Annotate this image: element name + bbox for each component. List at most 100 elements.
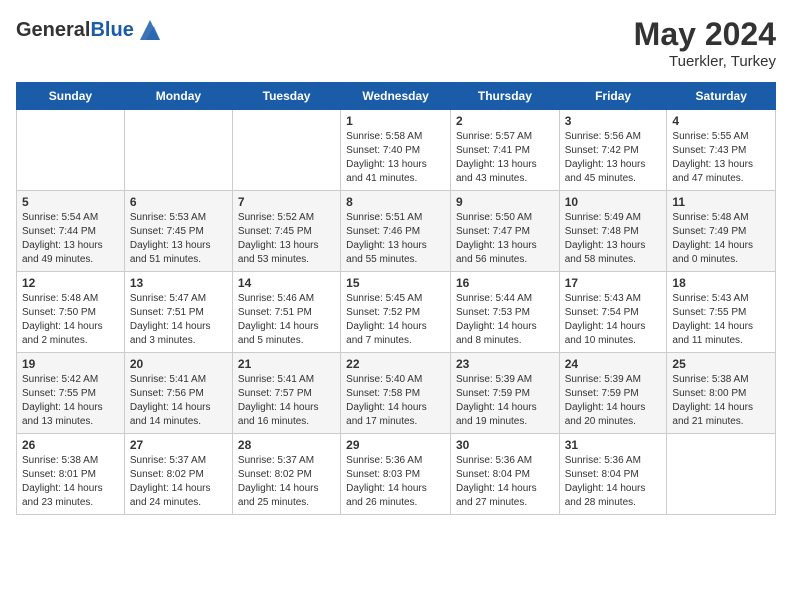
calendar-cell: 1 Sunrise: 5:58 AM Sunset: 7:40 PM Daylig…	[341, 110, 451, 191]
day-number: 19	[22, 357, 119, 371]
day-number: 3	[565, 114, 662, 128]
calendar-week-1: 1 Sunrise: 5:58 AM Sunset: 7:40 PM Daylig…	[17, 110, 776, 191]
day-info: Sunrise: 5:44 AM Sunset: 7:53 PM Dayligh…	[456, 292, 554, 348]
day-info: Sunrise: 5:49 AM Sunset: 7:48 PM Dayligh…	[565, 211, 662, 267]
day-info: Sunrise: 5:43 AM Sunset: 7:54 PM Dayligh…	[565, 292, 662, 348]
day-info: Sunrise: 5:48 AM Sunset: 7:49 PM Dayligh…	[672, 211, 770, 267]
calendar-cell: 27 Sunrise: 5:37 AM Sunset: 8:02 PM Dayli…	[124, 434, 232, 515]
day-number: 24	[565, 357, 662, 371]
header-thursday: Thursday	[450, 83, 559, 110]
calendar-cell: 6 Sunrise: 5:53 AM Sunset: 7:45 PM Daylig…	[124, 191, 232, 272]
calendar-cell: 29 Sunrise: 5:36 AM Sunset: 8:03 PM Dayli…	[341, 434, 451, 515]
day-info: Sunrise: 5:48 AM Sunset: 7:50 PM Dayligh…	[22, 292, 119, 348]
logo-blue-text: Blue	[90, 19, 133, 41]
calendar-cell: 10 Sunrise: 5:49 AM Sunset: 7:48 PM Dayli…	[559, 191, 667, 272]
day-number: 13	[130, 276, 227, 290]
calendar-cell: 20 Sunrise: 5:41 AM Sunset: 7:56 PM Dayli…	[124, 353, 232, 434]
day-info: Sunrise: 5:46 AM Sunset: 7:51 PM Dayligh…	[238, 292, 335, 348]
day-number: 17	[565, 276, 662, 290]
day-number: 4	[672, 114, 770, 128]
month-year: May 2024	[634, 16, 776, 53]
calendar-cell: 25 Sunrise: 5:38 AM Sunset: 8:00 PM Dayli…	[667, 353, 776, 434]
day-info: Sunrise: 5:41 AM Sunset: 7:57 PM Dayligh…	[238, 373, 335, 429]
day-info: Sunrise: 5:47 AM Sunset: 7:51 PM Dayligh…	[130, 292, 227, 348]
day-number: 10	[565, 195, 662, 209]
calendar-cell: 15 Sunrise: 5:45 AM Sunset: 7:52 PM Dayli…	[341, 272, 451, 353]
day-info: Sunrise: 5:39 AM Sunset: 7:59 PM Dayligh…	[456, 373, 554, 429]
day-number: 16	[456, 276, 554, 290]
day-info: Sunrise: 5:37 AM Sunset: 8:02 PM Dayligh…	[238, 454, 335, 510]
calendar-cell: 24Sunrise: 5:39 AM Sunset: 7:59 PM Dayli…	[559, 353, 667, 434]
day-info: Sunrise: 5:51 AM Sunset: 7:46 PM Dayligh…	[346, 211, 445, 267]
calendar-cell: 19 Sunrise: 5:42 AM Sunset: 7:55 PM Dayli…	[17, 353, 125, 434]
calendar-cell: 14 Sunrise: 5:46 AM Sunset: 7:51 PM Dayli…	[232, 272, 340, 353]
day-info: Sunrise: 5:36 AM Sunset: 8:04 PM Dayligh…	[565, 454, 662, 510]
day-number: 27	[130, 438, 227, 452]
day-info: Sunrise: 5:55 AM Sunset: 7:43 PM Dayligh…	[672, 130, 770, 186]
day-number: 20	[130, 357, 227, 371]
header-saturday: Saturday	[667, 83, 776, 110]
day-number: 30	[456, 438, 554, 452]
logo-icon	[136, 16, 164, 44]
calendar-week-4: 19 Sunrise: 5:42 AM Sunset: 7:55 PM Dayli…	[17, 353, 776, 434]
calendar-week-2: 5Sunrise: 5:54 AM Sunset: 7:44 PM Daylig…	[17, 191, 776, 272]
day-info: Sunrise: 5:43 AM Sunset: 7:55 PM Dayligh…	[672, 292, 770, 348]
calendar-cell: 13 Sunrise: 5:47 AM Sunset: 7:51 PM Dayli…	[124, 272, 232, 353]
day-info: Sunrise: 5:58 AM Sunset: 7:40 PM Dayligh…	[346, 130, 445, 186]
location: Tuerkler, Turkey	[634, 53, 776, 70]
day-number: 5	[22, 195, 119, 209]
calendar-cell: 22Sunrise: 5:40 AM Sunset: 7:58 PM Dayli…	[341, 353, 451, 434]
calendar-cell: 23 Sunrise: 5:39 AM Sunset: 7:59 PM Dayli…	[450, 353, 559, 434]
calendar-cell: 8 Sunrise: 5:51 AM Sunset: 7:46 PM Daylig…	[341, 191, 451, 272]
header-wednesday: Wednesday	[341, 83, 451, 110]
calendar-cell: 30 Sunrise: 5:36 AM Sunset: 8:04 PM Dayli…	[450, 434, 559, 515]
day-info: Sunrise: 5:41 AM Sunset: 7:56 PM Dayligh…	[130, 373, 227, 429]
day-number: 23	[456, 357, 554, 371]
calendar-cell: 21 Sunrise: 5:41 AM Sunset: 7:57 PM Dayli…	[232, 353, 340, 434]
day-info: Sunrise: 5:38 AM Sunset: 8:00 PM Dayligh…	[672, 373, 770, 429]
header-monday: Monday	[124, 83, 232, 110]
day-number: 25	[672, 357, 770, 371]
calendar-table: SundayMondayTuesdayWednesdayThursdayFrid…	[16, 82, 776, 515]
day-number: 8	[346, 195, 445, 209]
header-tuesday: Tuesday	[232, 83, 340, 110]
header-sunday: Sunday	[17, 83, 125, 110]
calendar-cell: 17 Sunrise: 5:43 AM Sunset: 7:54 PM Dayli…	[559, 272, 667, 353]
day-number: 6	[130, 195, 227, 209]
day-info: Sunrise: 5:45 AM Sunset: 7:52 PM Dayligh…	[346, 292, 445, 348]
day-number: 12	[22, 276, 119, 290]
calendar-cell: 7Sunrise: 5:52 AM Sunset: 7:45 PM Daylig…	[232, 191, 340, 272]
day-info: Sunrise: 5:53 AM Sunset: 7:45 PM Dayligh…	[130, 211, 227, 267]
logo: GeneralBlue	[16, 16, 164, 44]
day-info: Sunrise: 5:42 AM Sunset: 7:55 PM Dayligh…	[22, 373, 119, 429]
day-info: Sunrise: 5:38 AM Sunset: 8:01 PM Dayligh…	[22, 454, 119, 510]
calendar-cell: 3 Sunrise: 5:56 AM Sunset: 7:42 PM Daylig…	[559, 110, 667, 191]
calendar-week-5: 26 Sunrise: 5:38 AM Sunset: 8:01 PM Dayli…	[17, 434, 776, 515]
calendar-cell: 2Sunrise: 5:57 AM Sunset: 7:41 PM Daylig…	[450, 110, 559, 191]
day-number: 11	[672, 195, 770, 209]
calendar-header: SundayMondayTuesdayWednesdayThursdayFrid…	[17, 83, 776, 110]
day-number: 31	[565, 438, 662, 452]
day-number: 7	[238, 195, 335, 209]
calendar-cell	[17, 110, 125, 191]
day-info: Sunrise: 5:56 AM Sunset: 7:42 PM Dayligh…	[565, 130, 662, 186]
day-number: 21	[238, 357, 335, 371]
day-number: 15	[346, 276, 445, 290]
calendar-cell: 31 Sunrise: 5:36 AM Sunset: 8:04 PM Dayli…	[559, 434, 667, 515]
calendar-week-3: 12 Sunrise: 5:48 AM Sunset: 7:50 PM Dayli…	[17, 272, 776, 353]
day-info: Sunrise: 5:36 AM Sunset: 8:03 PM Dayligh…	[346, 454, 445, 510]
day-number: 1	[346, 114, 445, 128]
calendar-cell: 26 Sunrise: 5:38 AM Sunset: 8:01 PM Dayli…	[17, 434, 125, 515]
day-number: 26	[22, 438, 119, 452]
calendar-cell: 12 Sunrise: 5:48 AM Sunset: 7:50 PM Dayli…	[17, 272, 125, 353]
calendar-cell: 16 Sunrise: 5:44 AM Sunset: 7:53 PM Dayli…	[450, 272, 559, 353]
day-number: 14	[238, 276, 335, 290]
header-friday: Friday	[559, 83, 667, 110]
day-info: Sunrise: 5:50 AM Sunset: 7:47 PM Dayligh…	[456, 211, 554, 267]
logo-general-text: General	[16, 19, 90, 41]
day-info: Sunrise: 5:36 AM Sunset: 8:04 PM Dayligh…	[456, 454, 554, 510]
day-number: 29	[346, 438, 445, 452]
day-info: Sunrise: 5:37 AM Sunset: 8:02 PM Dayligh…	[130, 454, 227, 510]
calendar-cell: 4 Sunrise: 5:55 AM Sunset: 7:43 PM Daylig…	[667, 110, 776, 191]
calendar-cell: 28Sunrise: 5:37 AM Sunset: 8:02 PM Dayli…	[232, 434, 340, 515]
